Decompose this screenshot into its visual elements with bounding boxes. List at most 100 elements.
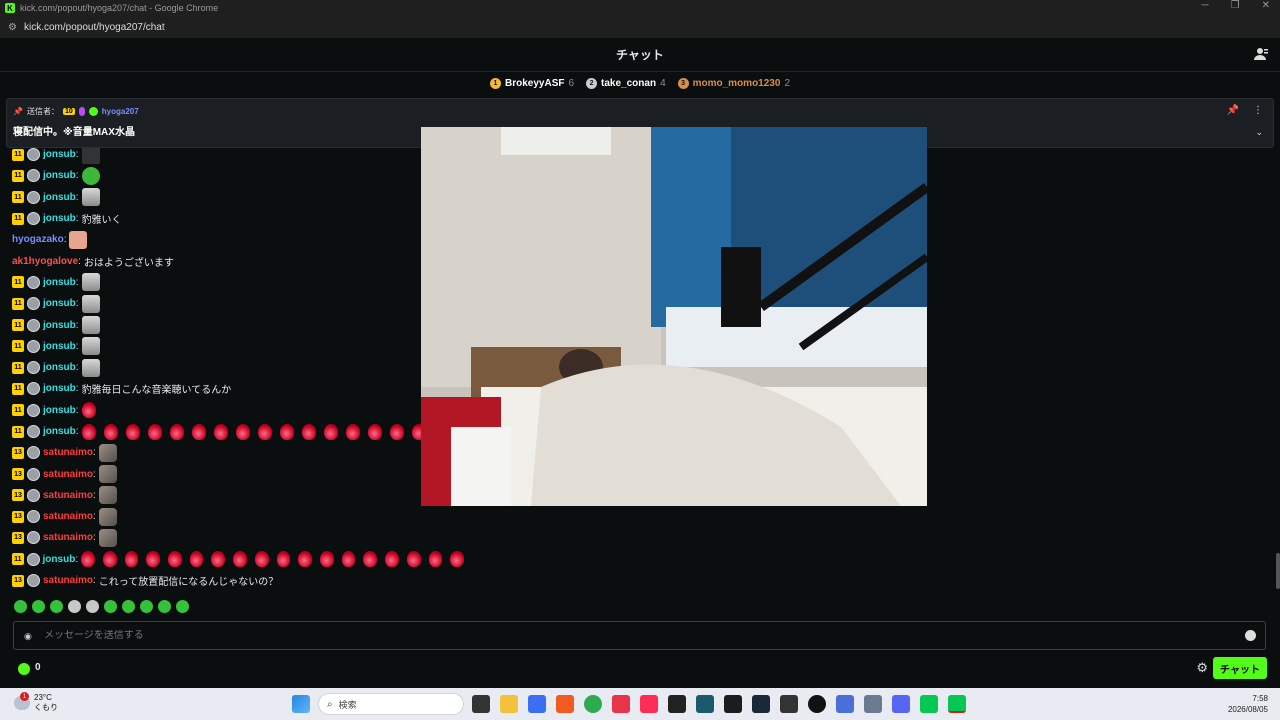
file-explorer-icon[interactable] <box>500 695 518 713</box>
quick-emote-icon[interactable] <box>176 600 189 613</box>
drop-emote-icon[interactable] <box>276 551 291 568</box>
leaderboard-entry[interactable]: 2 take_conan 4 <box>586 77 666 89</box>
drop-emote-icon[interactable] <box>254 551 269 568</box>
drop-emote-icon[interactable] <box>320 551 334 568</box>
drop-emote-icon[interactable] <box>124 551 139 568</box>
page-scrollbar[interactable] <box>1276 553 1280 589</box>
rock-emote-icon[interactable] <box>98 528 117 547</box>
chat-username[interactable]: jonsub <box>43 405 76 416</box>
close-button[interactable]: ✕ <box>1262 0 1270 11</box>
chat-username[interactable]: hyogazako <box>12 234 64 245</box>
drop-emote-icon[interactable] <box>233 551 247 568</box>
chat-username[interactable]: satunaimo <box>43 511 93 522</box>
minimize-button[interactable]: ─ <box>1202 0 1209 11</box>
pinned-username[interactable]: hyoga207 <box>102 107 139 116</box>
quick-emote-icon[interactable] <box>68 600 81 613</box>
chat-username[interactable]: jonsub <box>43 277 76 288</box>
chat-username[interactable]: satunaimo <box>43 532 93 543</box>
quick-emote-icon[interactable] <box>158 600 171 613</box>
user-settings-icon[interactable] <box>1254 47 1268 61</box>
drop-emote-icon[interactable] <box>389 423 404 440</box>
quick-emote-icon[interactable] <box>104 600 117 613</box>
face-emote-icon[interactable] <box>81 316 100 335</box>
line-icon[interactable] <box>920 695 938 713</box>
app-teal-icon[interactable] <box>696 695 714 713</box>
pepe-emote-icon[interactable] <box>81 166 100 185</box>
obs-icon[interactable] <box>808 695 826 713</box>
drop-emote-icon[interactable] <box>191 423 206 440</box>
drop-emote-icon[interactable] <box>81 402 96 419</box>
quick-emote-icon[interactable] <box>122 600 135 613</box>
chat-username[interactable]: satunaimo <box>43 490 93 501</box>
chat-username[interactable]: jonsub <box>43 362 76 373</box>
mute-emote-icon[interactable] <box>81 145 100 164</box>
chat-username[interactable]: jonsub <box>43 426 76 437</box>
discord-icon[interactable] <box>892 695 910 713</box>
face-emote-icon[interactable] <box>81 273 100 292</box>
settings-icon[interactable] <box>864 695 882 713</box>
drop-emote-icon[interactable] <box>235 423 250 440</box>
app-dark-icon[interactable] <box>780 695 798 713</box>
drop-emote-icon[interactable] <box>146 551 160 568</box>
stream-video-overlay[interactable] <box>421 127 927 506</box>
chat-message-list[interactable]: 11 jonsub:11 jonsub:11 jonsub:11 jonsub: 豹雅いく… <box>12 144 472 590</box>
app-blue-icon[interactable] <box>836 695 854 713</box>
peach-emote-icon[interactable] <box>69 230 88 249</box>
drop-emote-icon[interactable] <box>298 551 312 568</box>
quick-emote-icon[interactable] <box>140 600 153 613</box>
chat-username[interactable]: jonsub <box>43 320 76 331</box>
address-bar[interactable]: ⚙ kick.com/popout/hyoga207/chat <box>0 16 1280 38</box>
site-settings-icon[interactable]: ⚙ <box>8 22 18 33</box>
restore-button[interactable]: ❐ <box>1231 0 1240 11</box>
face-emote-icon[interactable] <box>81 337 100 356</box>
nvidia-icon[interactable] <box>724 695 742 713</box>
chevron-down-icon[interactable]: ⌄ <box>1255 127 1263 138</box>
drop-emote-icon[interactable] <box>125 423 140 440</box>
rock-emote-icon[interactable] <box>98 443 117 462</box>
chat-username[interactable]: jonsub <box>43 298 76 309</box>
rock-emote-icon[interactable] <box>98 507 117 526</box>
drop-emote-icon[interactable] <box>167 551 182 568</box>
more-options-icon[interactable]: ⋮ <box>1253 105 1263 116</box>
quick-emote-icon[interactable] <box>86 600 99 613</box>
face-emote-icon[interactable] <box>81 294 100 313</box>
chat-username[interactable]: jonsub <box>43 383 76 394</box>
drop-emote-icon[interactable] <box>211 551 226 568</box>
chat-username[interactable]: satunaimo <box>43 447 93 458</box>
chrome-icon[interactable] <box>584 695 602 713</box>
drop-emote-icon[interactable] <box>213 423 228 440</box>
drop-emote-icon[interactable] <box>323 423 338 440</box>
drop-emote-icon[interactable] <box>367 423 382 440</box>
message-input[interactable] <box>44 630 1194 641</box>
terminal-icon[interactable] <box>668 695 686 713</box>
rock-emote-icon[interactable] <box>98 465 117 484</box>
chat-username[interactable]: jonsub <box>43 213 76 224</box>
emoji-picker-icon[interactable] <box>1245 630 1256 641</box>
chat-settings-gear-icon[interactable]: ⚙ <box>1196 660 1208 676</box>
face-emote-icon[interactable] <box>81 358 100 377</box>
drop-emote-icon[interactable] <box>345 423 360 440</box>
chat-username[interactable]: jonsub <box>43 341 76 352</box>
chat-username[interactable]: ak1hyogalove <box>12 256 78 267</box>
drop-emote-icon[interactable] <box>147 423 162 440</box>
drop-emote-icon[interactable] <box>257 423 272 440</box>
chat-username[interactable]: jonsub <box>43 554 76 565</box>
app-icon[interactable] <box>528 695 546 713</box>
drop-emote-icon[interactable] <box>189 551 204 568</box>
drop-emote-icon[interactable] <box>103 423 118 440</box>
line-active-icon[interactable] <box>948 695 966 713</box>
task-view-icon[interactable] <box>472 695 490 713</box>
app-red-icon[interactable] <box>612 695 630 713</box>
send-chat-button[interactable]: チャット <box>1213 657 1267 679</box>
quick-emote-icon[interactable] <box>32 600 45 613</box>
drop-emote-icon[interactable] <box>81 423 96 440</box>
quick-emote-icon[interactable] <box>50 600 63 613</box>
steam-icon[interactable] <box>752 695 770 713</box>
drop-emote-icon[interactable] <box>301 423 316 440</box>
quick-emote-icon[interactable] <box>14 600 27 613</box>
brave-browser-icon[interactable] <box>556 695 574 713</box>
drop-emote-icon[interactable] <box>385 551 399 568</box>
weather-widget[interactable]: 1 23°C くもり <box>14 692 58 713</box>
chat-username[interactable]: jonsub <box>43 149 76 160</box>
drop-emote-icon[interactable] <box>279 423 294 440</box>
